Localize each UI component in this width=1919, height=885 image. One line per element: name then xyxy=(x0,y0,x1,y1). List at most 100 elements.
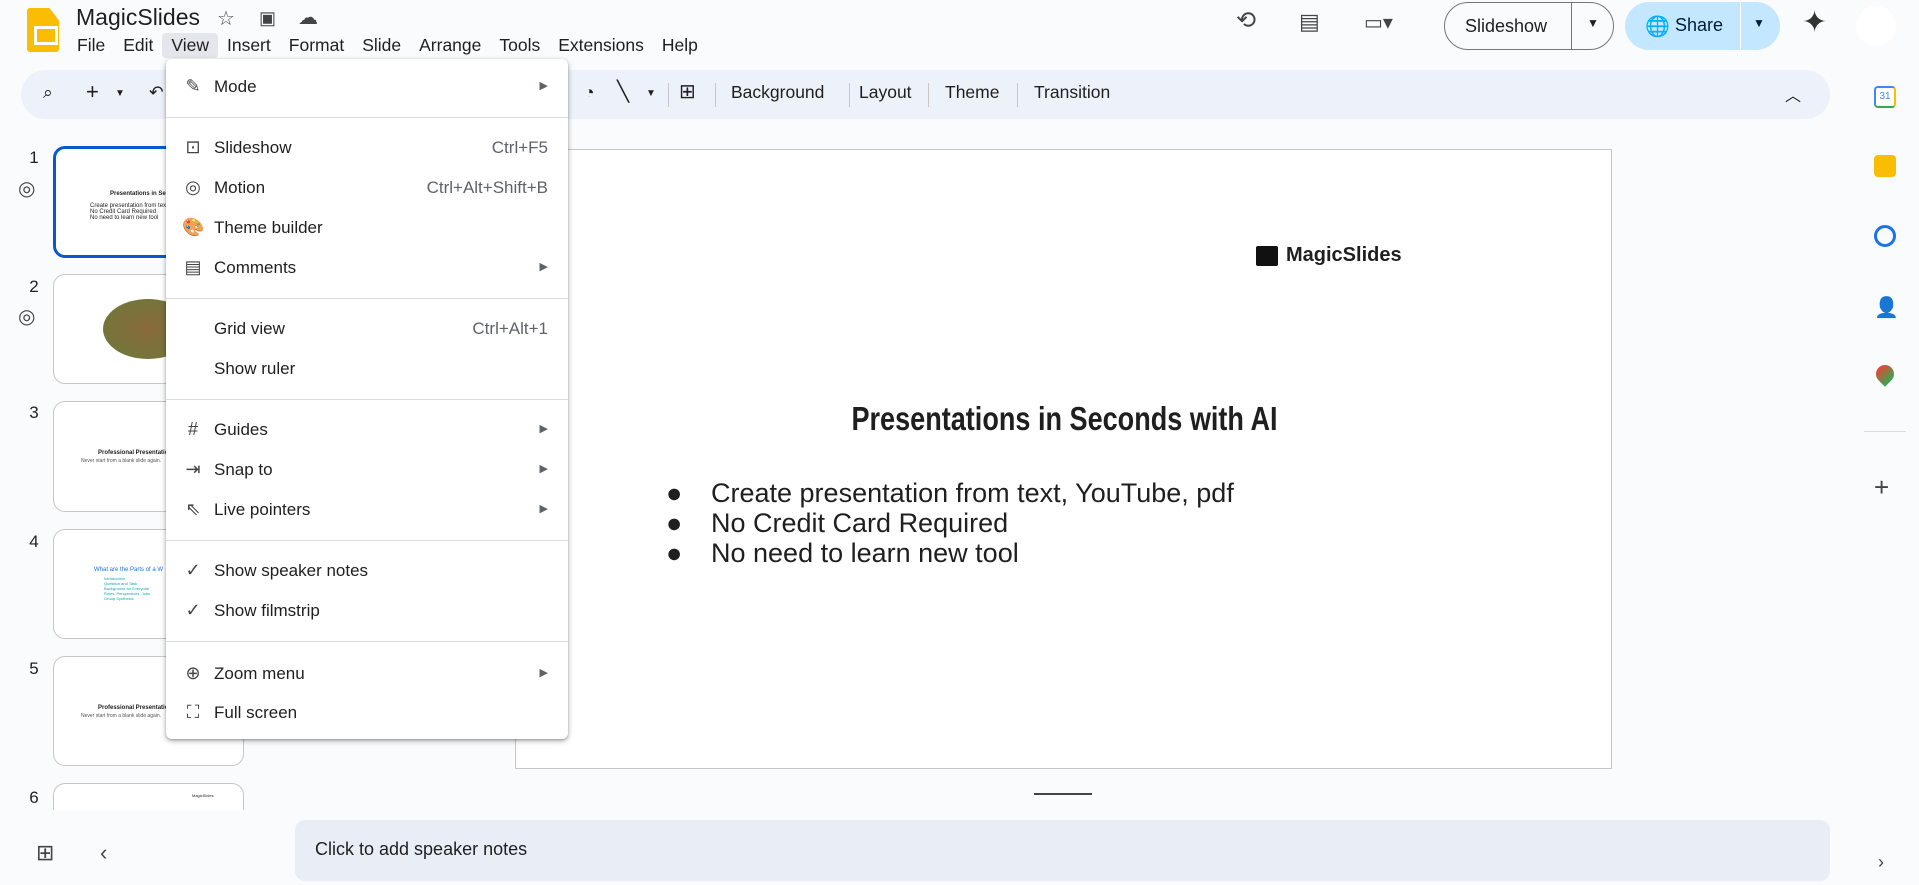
menu-item-show-filmstrip[interactable]: ✓ Show filmstrip xyxy=(166,592,568,630)
menu-item-theme-builder[interactable]: 🎨 Theme builder xyxy=(166,209,568,247)
divider xyxy=(166,298,568,299)
bullet-item: ● No Credit Card Required xyxy=(666,508,1009,538)
menu-item-snap-to[interactable]: ⇥ Snap to ▶ xyxy=(166,451,568,489)
shape-icon[interactable]: ◔ xyxy=(584,82,595,103)
menu-slide[interactable]: Slide xyxy=(353,33,410,58)
logo-text: MagicSlides xyxy=(1286,244,1402,266)
submenu-arrow-icon: ▶ xyxy=(539,503,548,515)
menu-help[interactable]: Help xyxy=(653,33,707,58)
move-folder-icon[interactable]: ▣ xyxy=(259,8,276,29)
slideshow-icon: ⊡ xyxy=(185,137,201,157)
menu-item-guides[interactable]: # Guides ▶ xyxy=(166,411,568,449)
new-slide-icon[interactable]: + xyxy=(86,79,99,105)
label: Show speaker notes xyxy=(214,561,369,580)
collapse-toolbar-icon[interactable]: ︿ xyxy=(1785,82,1801,106)
submenu-arrow-icon: ▶ xyxy=(539,463,548,475)
label: Motion xyxy=(214,178,266,197)
background-button[interactable]: Background xyxy=(731,82,824,103)
undo-icon[interactable]: ↶ xyxy=(149,82,164,103)
fullscreen-icon: ⛶ xyxy=(186,702,200,722)
menu-edit[interactable]: Edit xyxy=(114,33,162,58)
cloud-saved-icon[interactable]: ☁ xyxy=(298,5,318,30)
calendar-icon[interactable]: 31 xyxy=(1874,86,1896,108)
tasks-icon[interactable] xyxy=(1874,225,1896,247)
shortcut: Ctrl+F5 xyxy=(491,138,548,157)
slide-number: 4 xyxy=(29,532,39,551)
submenu-arrow-icon: ▶ xyxy=(539,423,548,435)
menu-item-grid-view[interactable]: Grid view Ctrl+Alt+1 xyxy=(166,310,568,348)
label: Snap to xyxy=(214,460,273,479)
menu-item-mode[interactable]: ✎ Mode ▶ xyxy=(166,68,568,106)
check-icon: ✓ xyxy=(185,600,201,620)
add-comment-icon[interactable]: ⊞ xyxy=(679,79,696,104)
document-title[interactable]: MagicSlides xyxy=(76,4,200,31)
slides-logo[interactable] xyxy=(27,8,59,52)
menu-view[interactable]: View xyxy=(162,33,218,58)
star-icon[interactable]: ☆ xyxy=(217,6,235,31)
share-button[interactable]: 🌐 Share ▼ xyxy=(1625,2,1780,50)
gemini-sparkle-icon[interactable]: ✦ xyxy=(1802,5,1827,40)
contacts-icon[interactable]: 👤 xyxy=(1874,295,1899,319)
menu-item-motion[interactable]: ◎ Motion Ctrl+Alt+Shift+B xyxy=(166,169,568,207)
label: Show filmstrip xyxy=(214,601,320,620)
label: Live pointers xyxy=(214,500,311,519)
layout-button[interactable]: Layout xyxy=(859,82,912,103)
divider xyxy=(849,83,850,107)
notes-resize-handle[interactable] xyxy=(1034,793,1092,795)
slide-thumbnail-6[interactable]: MagicSlides xyxy=(53,783,244,810)
slide-number: 3 xyxy=(29,403,39,422)
pencil-icon: ✎ xyxy=(185,76,201,96)
palette-icon: 🎨 xyxy=(182,217,205,237)
label: Mode xyxy=(214,77,257,96)
get-addons-icon[interactable]: + xyxy=(1874,472,1889,503)
bullet-item: ● Create presentation from text, YouTube,… xyxy=(666,478,1234,508)
divider xyxy=(1571,3,1572,49)
menu-file[interactable]: File xyxy=(68,33,114,58)
magicslides-logo: MagicSlides xyxy=(1256,244,1402,267)
maps-icon[interactable] xyxy=(1872,361,1898,387)
label: Theme builder xyxy=(214,218,323,237)
view-menu: ✎ Mode ▶ ⊡ Slideshow Ctrl+F5 ◎ Motion Ctrl+Alt… xyxy=(166,59,568,739)
version-history-icon[interactable]: ⟲ xyxy=(1236,6,1256,35)
shortcut: Ctrl+Alt+Shift+B xyxy=(426,178,548,197)
search-menus-icon[interactable]: ⌕ xyxy=(43,82,53,103)
theme-button[interactable]: Theme xyxy=(945,82,999,103)
submenu-arrow-icon: ▶ xyxy=(539,80,548,92)
meet-icon[interactable]: ▭▾ xyxy=(1364,10,1393,35)
share-dropdown-icon[interactable]: ▼ xyxy=(1753,16,1765,30)
menu-arrange[interactable]: Arrange xyxy=(410,33,490,58)
line-dropdown-icon[interactable]: ▼ xyxy=(646,88,656,99)
speaker-notes[interactable]: Click to add speaker notes xyxy=(295,820,1830,881)
menu-item-live-pointers[interactable]: ⇖ Live pointers ▶ xyxy=(166,491,568,529)
menu-item-show-speaker-notes[interactable]: ✓ Show speaker notes xyxy=(166,552,568,590)
new-slide-dropdown-icon[interactable]: ▼ xyxy=(115,88,125,99)
menu-item-zoom-menu[interactable]: ⊕ Zoom menu ▶ xyxy=(166,655,568,693)
menu-tools[interactable]: Tools xyxy=(490,33,549,58)
share-label: Share xyxy=(1675,15,1724,35)
avatar[interactable] xyxy=(1856,6,1896,46)
menu-item-slideshow[interactable]: ⊡ Slideshow Ctrl+F5 xyxy=(166,129,568,167)
slideshow-button[interactable]: Slideshow ▼ xyxy=(1444,2,1614,50)
submenu-arrow-icon: ▶ xyxy=(539,667,548,679)
submenu-arrow-icon: ▶ xyxy=(539,261,548,273)
grid-view-icon[interactable]: ⊞ xyxy=(36,840,54,866)
menu-item-full-screen[interactable]: ⛶ Full screen xyxy=(166,694,568,732)
show-side-panel-icon[interactable]: › xyxy=(1878,852,1884,873)
divider xyxy=(668,83,669,107)
slide-canvas[interactable]: MagicSlides Presentations in Seconds wit… xyxy=(515,149,1612,769)
shortcut: Ctrl+Alt+1 xyxy=(472,319,548,338)
menu-extensions[interactable]: Extensions xyxy=(549,33,653,58)
label: Zoom menu xyxy=(214,664,305,683)
menu-format[interactable]: Format xyxy=(280,33,353,58)
menu-item-show-ruler[interactable]: Show ruler xyxy=(166,350,568,388)
bullet-text: Create presentation from text, YouTube, … xyxy=(711,478,1234,508)
menu-insert[interactable]: Insert xyxy=(218,33,280,58)
menu-item-comments[interactable]: ▤ Comments ▶ xyxy=(166,249,568,287)
line-icon[interactable]: ╲ xyxy=(617,79,629,104)
comments-icon[interactable]: ▤ xyxy=(1299,9,1320,35)
collapse-filmstrip-icon[interactable]: ‹ xyxy=(100,840,107,866)
thumb-title: What are the Parts of a W xyxy=(94,567,164,573)
keep-icon[interactable] xyxy=(1874,155,1896,177)
transition-button[interactable]: Transition xyxy=(1034,82,1110,103)
slideshow-dropdown-icon[interactable]: ▼ xyxy=(1587,16,1599,30)
